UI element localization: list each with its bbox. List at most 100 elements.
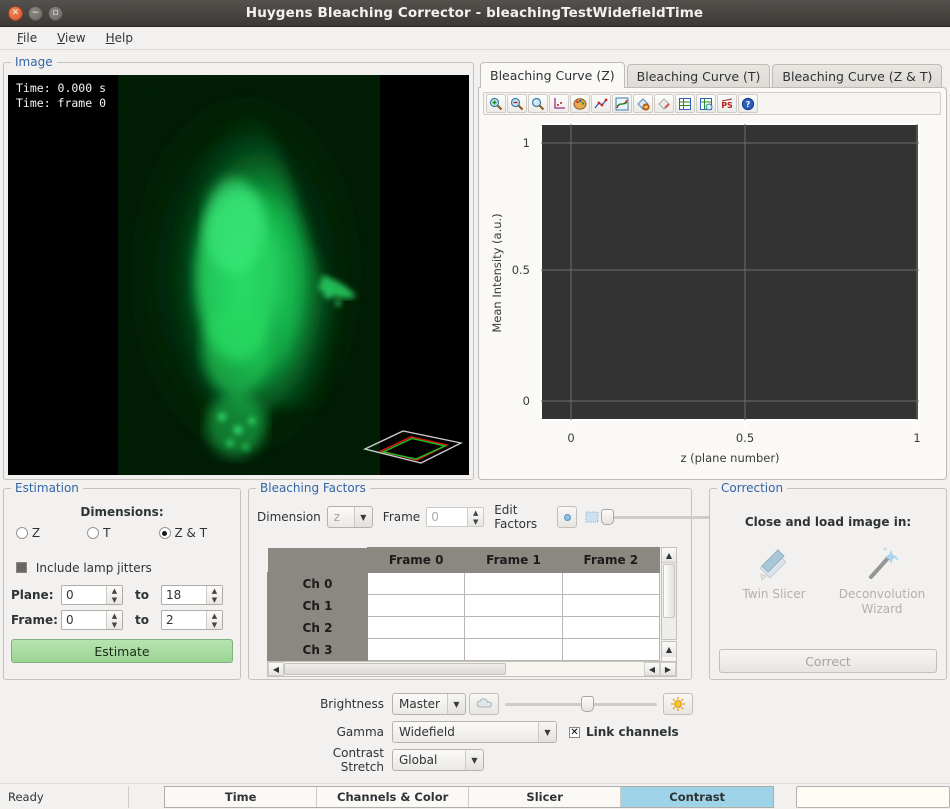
bleaching-chart[interactable]: 1 0.5 0 0 0.5 1 z (plane number) Mean In… [483,118,941,476]
arrow-down-icon[interactable]: ▼ [107,620,122,629]
menu-file[interactable]: FFileile [8,28,46,48]
scroll-right-icon[interactable]: ▶ [660,662,676,676]
correct-button[interactable]: Correct [719,649,937,673]
twin-slicer-target[interactable]: Twin Slicer [720,544,828,617]
statusbar-input[interactable] [796,786,950,808]
radio-dimension-zt[interactable]: Z & T [159,526,230,540]
plane-to-stepper[interactable]: ▲▼ [161,585,223,605]
frame-stepper[interactable]: ▲▼ [426,507,484,527]
axes-icon[interactable] [549,94,569,113]
column-header-frame-0[interactable]: Frame 0 [368,548,465,573]
tab-bleaching-curve-z[interactable]: Bleaching Curve (Z) [480,62,625,88]
arrow-up-icon[interactable]: ▲ [207,611,222,620]
curve-fit-icon[interactable] [612,94,632,113]
sun-icon[interactable] [663,693,693,715]
cell-ch2-frame2[interactable] [562,617,659,639]
arrow-up-icon[interactable]: ▲ [107,586,122,595]
minimize-icon[interactable]: − [28,6,43,21]
remove-label-icon[interactable] [633,94,653,113]
arrow-down-icon[interactable]: ▼ [207,595,222,604]
arrow-up-icon[interactable]: ▲ [107,611,122,620]
dimension-select[interactable]: z ▼ [327,506,373,528]
slider-thumb[interactable] [581,696,594,712]
plane-from-arrows[interactable]: ▲▼ [106,586,122,604]
scrollbar-thumb[interactable] [663,564,675,618]
help-icon[interactable]: ? [738,94,758,113]
cell-ch3-frame0[interactable] [368,639,465,661]
cell-ch0-frame2[interactable] [562,573,659,595]
scroll-up-icon[interactable]: ▲ [662,642,676,657]
zoom-in-icon[interactable] [486,94,506,113]
menu-help[interactable]: Help [97,28,142,48]
palette-icon[interactable] [570,94,590,113]
estimate-button[interactable]: Estimate [11,639,233,663]
maximize-icon[interactable]: ▫ [48,6,63,21]
gamma-select[interactable]: Widefield ▼ [392,721,557,743]
tab-contrast[interactable]: Contrast [621,787,773,807]
edit-factors-toggle[interactable] [557,506,577,528]
column-header-frame-2[interactable]: Frame 2 [562,548,659,573]
menu-view[interactable]: View [48,28,94,48]
image-viewport[interactable]: Time: 0.000 s Time: frame 0 [8,75,469,475]
radio-dimension-z[interactable]: Z [16,526,87,540]
slider-thumb[interactable] [601,509,614,525]
frame-to-input[interactable] [162,611,206,629]
zoom-out-icon[interactable] [507,94,527,113]
hscroll-track[interactable] [284,662,644,676]
frame-arrows[interactable]: ▲▼ [467,508,483,526]
radio-dimension-t[interactable]: T [87,526,158,540]
cell-ch0-frame0[interactable] [368,573,465,595]
arrow-up-icon[interactable]: ▲ [207,586,222,595]
arrow-up-icon[interactable]: ▲ [468,508,483,517]
scroll-up-icon[interactable]: ▲ [662,548,676,563]
contrast-stretch-select[interactable]: Global ▼ [392,749,484,771]
cell-ch1-frame0[interactable] [368,595,465,617]
tab-time[interactable]: Time [165,787,317,807]
export-table-icon[interactable] [696,94,716,113]
frame-from-arrows[interactable]: ▲▼ [106,611,122,629]
cell-ch3-frame2[interactable] [562,639,659,661]
column-header-frame-1[interactable]: Frame 1 [465,548,562,573]
cell-ch0-frame1[interactable] [465,573,562,595]
arrow-down-icon[interactable]: ▼ [468,517,483,526]
table-icon[interactable] [675,94,695,113]
frame-to-arrows[interactable]: ▲▼ [206,611,222,629]
frame-from-input[interactable] [62,611,106,629]
cell-ch2-frame0[interactable] [368,617,465,639]
link-channels-checkbox[interactable]: ✕ Link channels [569,725,679,739]
deconvolution-wizard-target[interactable]: Deconvolution Wizard [828,544,936,617]
brightness-select[interactable]: Master ▼ [392,693,466,715]
tab-slicer[interactable]: Slicer [469,787,621,807]
cell-ch1-frame1[interactable] [465,595,562,617]
edit-factors-slider[interactable] [601,506,711,528]
postscript-icon[interactable]: PS [717,94,737,113]
tab-bleaching-curve-z-t[interactable]: Bleaching Curve (Z & T) [772,64,942,88]
arrow-down-icon[interactable]: ▼ [107,595,122,604]
add-label-icon[interactable] [654,94,674,113]
arrow-down-icon[interactable]: ▼ [207,620,222,629]
tab-channels-color[interactable]: Channels & Color [317,787,469,807]
scroll-left-icon[interactable]: ◀ [268,662,284,676]
cell-ch2-frame1[interactable] [465,617,562,639]
close-icon[interactable]: ✕ [8,6,23,21]
plane-from-input[interactable] [62,586,106,604]
frame-from-stepper[interactable]: ▲▼ [61,610,123,630]
cell-ch3-frame1[interactable] [465,639,562,661]
frame-to-stepper[interactable]: ▲▼ [161,610,223,630]
cloud-icon[interactable] [469,693,499,715]
frame-to-label: to [135,613,149,627]
frame-input[interactable] [427,508,467,526]
scatter-icon[interactable] [591,94,611,113]
zoom-fit-icon[interactable] [528,94,548,113]
brightness-slider[interactable] [505,693,657,715]
plane-to-input[interactable] [162,586,206,604]
tab-bleaching-curve-t[interactable]: Bleaching Curve (T) [627,64,771,88]
include-lamp-jitters-checkbox[interactable]: Include lamp jitters [16,561,152,575]
table-horizontal-scrollbar[interactable]: ◀ ◀ ▶ [267,661,677,677]
hscroll-thumb[interactable] [284,663,506,675]
scroll-left-icon-2[interactable]: ◀ [644,662,660,676]
plane-to-arrows[interactable]: ▲▼ [206,586,222,604]
plane-from-stepper[interactable]: ▲▼ [61,585,123,605]
cell-ch1-frame2[interactable] [562,595,659,617]
table-vertical-scrollbar[interactable]: ▲ [661,547,677,640]
